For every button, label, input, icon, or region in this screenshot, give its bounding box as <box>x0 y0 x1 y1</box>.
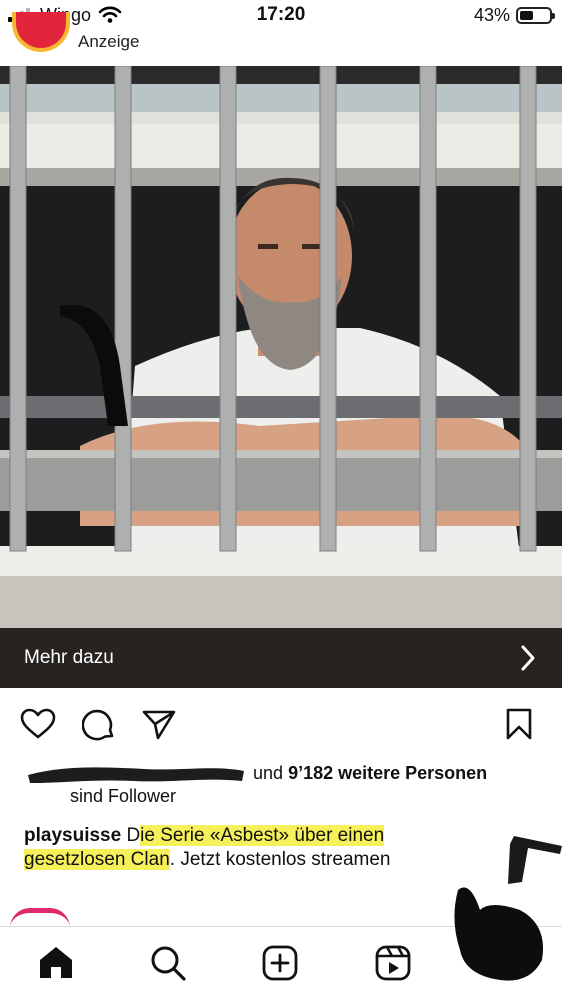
account-avatar[interactable] <box>12 12 70 52</box>
marker-scribble <box>450 880 550 989</box>
post-actions <box>0 700 562 748</box>
post-header: Anzeige <box>0 12 562 66</box>
search-icon[interactable] <box>150 945 186 986</box>
battery-percentage: 43% <box>473 5 510 25</box>
redacted-username[interactable] <box>24 763 248 785</box>
caption-highlight: ie Serie «Asbest» über einen <box>140 825 385 846</box>
likes-summary: und 9’182 weitere Personen sind Follower <box>24 762 554 808</box>
learn-more-button[interactable]: Mehr dazu <box>0 628 562 688</box>
caption-text: . Jetzt kostenlos streamen <box>169 849 391 870</box>
reels-icon[interactable] <box>375 945 411 986</box>
plus-square-icon[interactable] <box>262 945 298 986</box>
learn-more-label: Mehr dazu <box>24 647 114 668</box>
caption-username[interactable]: playsuisse <box>24 825 121 846</box>
caption-text: D <box>121 825 141 846</box>
likes-conjunction: und <box>253 763 289 783</box>
send-icon[interactable] <box>142 708 176 747</box>
battery-icon <box>516 7 555 24</box>
likes-count[interactable]: 9’182 weitere Personen <box>288 763 487 783</box>
bookmark-icon[interactable] <box>506 708 532 745</box>
status-bar: Wingo 17:20 43% <box>0 0 562 30</box>
sponsored-label: Anzeige <box>78 32 140 51</box>
chevron-right-icon <box>520 644 536 677</box>
post-image[interactable] <box>0 66 562 628</box>
home-icon[interactable] <box>38 945 74 984</box>
next-post-avatar[interactable] <box>10 908 70 928</box>
likes-followers-text: sind Follower <box>70 786 177 807</box>
comment-icon[interactable] <box>81 708 116 747</box>
caption-highlight: gesetzlosen Clan <box>24 849 170 870</box>
heart-icon[interactable] <box>20 708 56 745</box>
